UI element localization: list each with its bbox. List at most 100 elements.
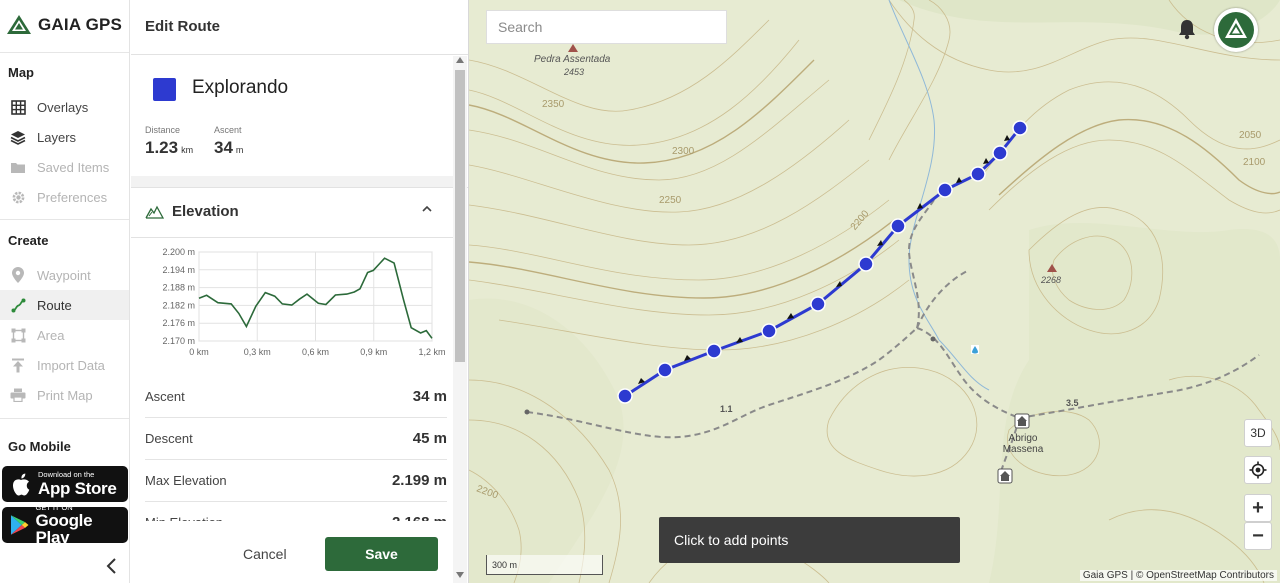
contour-label: 2050: [1239, 130, 1262, 141]
cancel-button[interactable]: Cancel: [237, 545, 293, 563]
scroll-down-arrow-icon: [456, 572, 464, 578]
gear-icon: [9, 188, 27, 206]
panel-divider: [131, 187, 468, 188]
nav-item-saved-items[interactable]: Saved Items: [0, 152, 129, 182]
panel-scroll-thumb[interactable]: [455, 70, 465, 362]
crosshair-icon: [1249, 461, 1267, 479]
x-tick-label: 0,6 km: [302, 347, 329, 357]
notifications-button[interactable]: [1176, 18, 1200, 42]
zoom-out-button[interactable]: −: [1244, 522, 1272, 550]
toggle-3d-button[interactable]: 3D: [1244, 419, 1272, 447]
brand[interactable]: GAIA GPS: [6, 14, 122, 36]
nav-item-import-data[interactable]: Import Data: [0, 350, 129, 380]
ascent-value: 34 m: [214, 138, 243, 158]
route-point[interactable]: [858, 256, 874, 272]
section-title-create: Create: [8, 233, 49, 248]
nav-item-label: Route: [37, 297, 72, 313]
y-tick-label: 2.200 m: [162, 247, 195, 257]
nav-item-waypoint[interactable]: Waypoint: [0, 260, 129, 290]
section-title-map: Map: [8, 65, 34, 80]
route-point[interactable]: [890, 218, 906, 234]
shelter-icon: [1014, 413, 1030, 429]
map-attribution[interactable]: Gaia GPS | © OpenStreetMap Contributors: [1079, 570, 1277, 581]
route-point[interactable]: [657, 362, 673, 378]
topo-map[interactable]: [469, 0, 1280, 583]
stat-row-ascent: Ascent 34 m: [145, 376, 447, 418]
shelter-name-line1: Abrigo: [1008, 433, 1038, 444]
y-tick-label: 2.170 m: [162, 336, 195, 346]
route-point[interactable]: [937, 182, 953, 198]
nav-item-layers[interactable]: Layers: [0, 122, 129, 152]
route-point[interactable]: [810, 296, 826, 312]
stat-value: 34 m: [412, 388, 447, 405]
x-tick-label: 0 km: [189, 347, 209, 357]
distance-value: 1.23 km: [145, 138, 193, 158]
nav-item-label: Saved Items: [37, 159, 110, 175]
nav-item-label: Preferences: [37, 189, 108, 205]
stat-row-descent: Descent 45 m: [145, 418, 447, 460]
route-icon: [9, 296, 27, 314]
chevron-up-icon: [422, 205, 432, 212]
route-point[interactable]: [706, 343, 722, 359]
distance-unit: km: [181, 145, 194, 155]
chevron-left-icon: [106, 558, 116, 574]
scale-bar: 300 m: [486, 555, 603, 575]
nav-item-label: Print Map: [37, 387, 93, 403]
stat-label: Ascent: [145, 389, 185, 404]
user-avatar[interactable]: [1214, 8, 1258, 52]
nav-item-preferences[interactable]: Preferences: [0, 182, 129, 212]
route-point[interactable]: [992, 145, 1008, 161]
nav-item-label: Import Data: [37, 357, 105, 373]
grid-icon: [9, 98, 27, 116]
route-name[interactable]: Explorando: [192, 77, 288, 99]
google-play-button[interactable]: GET IT ON Google Play: [2, 502, 128, 548]
google-play-small-text: GET IT ON: [35, 502, 73, 512]
folder-icon: [9, 158, 27, 176]
search-input[interactable]: [486, 10, 727, 44]
elevation-header[interactable]: Elevation: [145, 203, 239, 220]
elevation-title: Elevation: [172, 203, 239, 220]
left-nav: GAIA GPS Map Overlays Layers Saved Items…: [0, 0, 130, 583]
elevation-chart: 2.200 m 2.194 m 2.188 m 2.182 m 2.176 m 2.170…: [162, 247, 445, 357]
section-title-go-mobile: Go Mobile: [8, 439, 71, 454]
route-point[interactable]: [1012, 120, 1028, 136]
route-color-swatch[interactable]: [153, 78, 176, 101]
route-point[interactable]: [970, 166, 986, 182]
apple-icon: [13, 473, 30, 495]
collapse-nav-button[interactable]: [102, 556, 122, 576]
area-icon: [9, 326, 27, 344]
x-tick-label: 0,9 km: [360, 347, 387, 357]
contour-label: 2100: [1243, 157, 1266, 168]
contour-label: 2350: [542, 99, 565, 110]
printer-icon: [9, 386, 27, 404]
ascent-unit: m: [235, 145, 244, 155]
gaia-logo-icon: [1218, 12, 1254, 48]
nav-item-overlays[interactable]: Overlays: [0, 92, 129, 122]
app-store-button[interactable]: Download on the App Store: [2, 466, 128, 502]
map-view[interactable]: Pedra Assentada 2453 2268 2350 2300 2250…: [469, 0, 1280, 583]
stat-label: Descent: [145, 431, 193, 446]
route-point[interactable]: [617, 388, 633, 404]
ascent-number: 34: [214, 138, 233, 157]
shelter-icon: [997, 468, 1013, 484]
zoom-in-button[interactable]: +: [1244, 494, 1272, 522]
save-button[interactable]: Save: [325, 537, 438, 571]
locate-me-button[interactable]: [1244, 456, 1272, 484]
contour-label: 2250: [659, 195, 682, 206]
stat-label: Max Elevation: [145, 473, 227, 488]
nav-item-area[interactable]: Area: [0, 320, 129, 350]
nav-item-print-map[interactable]: Print Map: [0, 380, 129, 410]
peak-name-label: Pedra Assentada: [534, 54, 611, 65]
y-tick-label: 2.188 m: [162, 283, 195, 293]
google-play-big-text: Google Play: [35, 511, 93, 548]
mountain-icon: [145, 205, 164, 219]
panel-divider: [131, 237, 453, 238]
route-point[interactable]: [761, 323, 777, 339]
panel-footer: Cancel Save: [131, 521, 453, 583]
water-source-icon: [971, 345, 979, 354]
panel-title: Edit Route: [145, 18, 220, 35]
nav-item-route[interactable]: Route: [0, 290, 129, 320]
brand-name: GAIA GPS: [38, 15, 123, 34]
stat-value: 45 m: [412, 430, 447, 447]
collapse-elevation-button[interactable]: [420, 202, 434, 216]
